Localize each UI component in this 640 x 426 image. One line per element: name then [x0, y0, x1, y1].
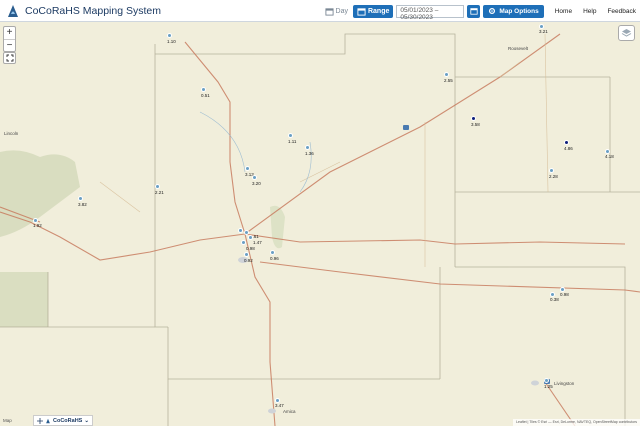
station-value: 1.92	[33, 223, 42, 228]
app-header: CoCoRaHS Mapping System Day Range 05/01/…	[0, 0, 640, 22]
station-value: 2.55	[444, 78, 453, 83]
station-marker[interactable]	[444, 72, 449, 77]
calendar-icon	[470, 8, 478, 15]
station-value: 4.18	[605, 154, 614, 159]
map-options-label: Map Options	[499, 7, 539, 15]
station-value: 3.21	[539, 29, 548, 34]
station-value: 3.82	[78, 202, 87, 207]
cocorahs-logo-icon	[8, 4, 18, 17]
map-options-button[interactable]: Map Options	[483, 4, 544, 18]
zoom-out-button[interactable]: −	[4, 39, 15, 51]
brand-dropdown[interactable]: CoCoRaHS ⌄	[33, 415, 93, 426]
place-label: Amica	[283, 409, 296, 414]
move-icon	[37, 417, 43, 424]
station-value: 0.98	[560, 292, 569, 297]
fullscreen-button[interactable]	[3, 52, 16, 64]
nav-help[interactable]: Help	[583, 8, 596, 15]
place-label: Roosevelt	[508, 46, 529, 51]
calendar-range-icon	[357, 7, 366, 16]
station-value: 3.47	[275, 403, 284, 408]
station-marker[interactable]	[245, 166, 250, 171]
station-value: 1.36	[305, 151, 314, 156]
station-value: 3.58	[471, 122, 480, 127]
station-marker[interactable]	[241, 240, 246, 245]
station-marker[interactable]	[305, 145, 310, 150]
header-controls: Day Range 05/01/2023 – 05/30/2023 Map Op…	[323, 0, 640, 22]
zoom-control: + −	[3, 26, 16, 52]
cocorahs-logo-icon	[46, 418, 50, 423]
station-marker[interactable]	[244, 252, 249, 257]
map-layer-label: Map	[3, 418, 12, 423]
station-value: 0.51	[201, 93, 210, 98]
station-marker[interactable]	[252, 175, 257, 180]
station-value: 4.86	[564, 146, 573, 151]
chevron-down-icon: ⌄	[84, 417, 89, 424]
station-marker[interactable]	[201, 87, 206, 92]
station-marker[interactable]	[155, 184, 160, 189]
layers-icon	[621, 29, 632, 37]
range-button[interactable]: Range	[352, 4, 394, 18]
zoom-in-button[interactable]: +	[4, 27, 15, 39]
basemap	[0, 22, 640, 426]
station-value: 1.10	[167, 39, 176, 44]
station-marker[interactable]	[238, 228, 243, 233]
station-marker[interactable]	[78, 196, 83, 201]
station-marker[interactable]	[288, 133, 293, 138]
station-marker[interactable]	[544, 378, 549, 383]
day-label: Day	[335, 7, 348, 15]
range-label: Range	[367, 7, 390, 15]
station-value: 0.98	[246, 246, 255, 251]
station-value: 1.25	[544, 384, 553, 389]
date-range-input[interactable]: 05/01/2023 – 05/30/2023	[396, 4, 465, 21]
place-label: Livingston	[554, 381, 575, 386]
layers-button[interactable]	[618, 25, 635, 41]
nav-home[interactable]: Home	[555, 8, 572, 15]
station-value: 2.21	[155, 190, 164, 195]
station-value: 1.47	[253, 240, 262, 245]
start-date: 05/01/2023	[400, 6, 433, 14]
end-date: 05/30/2023	[400, 13, 433, 21]
station-value: 2.28	[549, 174, 558, 179]
station-marker[interactable]	[471, 116, 476, 121]
station-marker[interactable]	[270, 250, 275, 255]
day-button[interactable]: Day	[323, 7, 350, 16]
place-label: Lincoln	[4, 131, 19, 136]
station-marker[interactable]	[167, 33, 172, 38]
map-view[interactable]: Roosevelt Lincoln Amica Livingston 1.10 …	[0, 22, 640, 426]
station-value: 0.92	[244, 258, 253, 263]
station-marker[interactable]	[244, 230, 249, 235]
station-value: 0.96	[270, 256, 279, 261]
nav-feedback[interactable]: Feedback	[607, 8, 636, 15]
station-value: 3.20	[252, 181, 261, 186]
station-marker[interactable]	[549, 168, 554, 173]
station-value: 1.11	[288, 139, 297, 144]
gear-icon	[489, 7, 496, 15]
station-value: 0.38	[550, 297, 559, 302]
calendar-icon	[324, 7, 334, 16]
brand-label: CoCoRaHS	[53, 417, 83, 424]
app-title: CoCoRaHS Mapping System	[25, 4, 161, 17]
station-marker[interactable]	[564, 140, 569, 145]
fullscreen-icon	[6, 54, 13, 62]
map-attribution: Leaflet | Tiles © Esri — Esri, DeLorme, …	[513, 419, 640, 426]
date-picker-button[interactable]	[467, 4, 481, 18]
